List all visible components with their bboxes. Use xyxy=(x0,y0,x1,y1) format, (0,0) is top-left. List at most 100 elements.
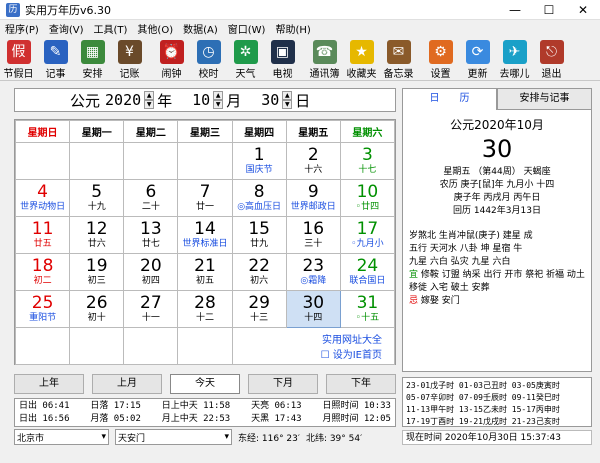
close-button[interactable]: ✕ xyxy=(566,3,600,17)
toolbar-button[interactable]: ⚙ 设置 xyxy=(422,37,459,80)
toolbar-button[interactable]: 假节假日 xyxy=(0,37,37,80)
calendar-day[interactable]: 31 ◦十五 xyxy=(339,290,396,328)
calendar-day[interactable]: 7 廿一 xyxy=(177,179,233,217)
year-value[interactable]: 2020 xyxy=(103,91,143,109)
toolbar-button[interactable]: ▣ 电视 xyxy=(264,37,301,80)
calendar-day[interactable]: 8 ◎高血压日 xyxy=(231,179,287,217)
calendar-day[interactable]: 11 廿五 xyxy=(14,216,71,254)
toolbar-button[interactable]: ☎ 通讯簿 xyxy=(306,37,343,80)
calendar-day[interactable]: 5 十九 xyxy=(69,179,125,217)
toolbar-button[interactable]: ✈ 去哪儿 xyxy=(496,37,533,80)
calendar-day[interactable]: 10 ◦廿四 xyxy=(339,179,396,217)
next-year-button[interactable]: 下年 xyxy=(326,374,396,394)
day-number: 31 xyxy=(356,293,379,313)
calendar-day[interactable]: 23 ◎霜降 xyxy=(285,253,341,291)
lunar-or-holiday: 十一 xyxy=(141,313,160,323)
day-spinner[interactable]: 30 ▲ ▼ xyxy=(259,91,293,109)
calendar-day[interactable]: 15 廿九 xyxy=(231,216,287,254)
day-number: 23 xyxy=(302,256,325,276)
year-up-arrow-icon[interactable]: ▲ xyxy=(144,91,155,100)
chevron-down-icon: ▾ xyxy=(101,432,106,442)
ganzhi-row: 23-01戊子时 01-03己丑时 03-05庚寅时 xyxy=(406,381,560,390)
memo-icon: ✉ xyxy=(386,40,411,64)
next-month-button[interactable]: 下月 xyxy=(248,374,318,394)
calendar-day[interactable]: 6 二十 xyxy=(123,179,179,217)
toolbar-button[interactable]: ✎ 记事 xyxy=(37,37,74,80)
toolbar-label: 校时 xyxy=(198,69,219,80)
calendar-day[interactable]: 25 重阳节 xyxy=(14,290,71,328)
month-value[interactable]: 10 xyxy=(190,91,212,109)
city-select[interactable]: 北京市 ▾ xyxy=(14,429,109,445)
detail-weekday: 星期五 （第44周） 天蝎座 xyxy=(443,167,551,177)
calendar-day[interactable]: 26 初十 xyxy=(69,290,125,328)
year-down-arrow-icon[interactable]: ▼ xyxy=(144,100,155,109)
lunar-or-holiday: 十三 xyxy=(250,313,269,323)
toolbar-button[interactable]: ⎋ 退出 xyxy=(533,37,570,80)
calendar-day[interactable]: 12 廿六 xyxy=(69,216,125,254)
tab-schedule-notes[interactable]: 安排与记事 xyxy=(497,88,592,110)
toolbar-button[interactable]: ✲ 天气 xyxy=(227,37,264,80)
day-up-arrow-icon[interactable]: ▲ xyxy=(282,91,293,100)
calendar-day[interactable]: 18 初二 xyxy=(14,253,71,291)
tab-calendar[interactable]: 日 历 xyxy=(402,88,497,110)
toolbar-button[interactable]: ✉ 备忘录 xyxy=(380,37,417,80)
calendar-day[interactable]: 13 廿七 xyxy=(123,216,179,254)
calendar-day[interactable]: 9 世界邮政日 xyxy=(285,179,341,217)
maximize-button[interactable]: ☐ xyxy=(532,3,566,17)
calendar-day[interactable]: 19 初三 xyxy=(69,253,125,291)
menu-item[interactable]: 查询(V) xyxy=(44,21,89,36)
toolbar-button[interactable]: ⏰ 闹钟 xyxy=(153,37,190,80)
toolbar-label: 电视 xyxy=(272,69,293,80)
calendar-week: 4 世界动物日 5 十九 6 二十 7 廿一 8 ◎高血压日 9 世界邮政日 10 ◦廿四 xyxy=(14,179,396,217)
month-up-arrow-icon[interactable]: ▲ xyxy=(213,91,224,100)
calendar-day[interactable]: 30 十四 xyxy=(285,290,341,328)
calendar-day[interactable]: 24 联合国日 xyxy=(339,253,396,291)
month-spinner[interactable]: 10 ▲ ▼ xyxy=(190,91,224,109)
calendar-day[interactable]: 21 初五 xyxy=(177,253,233,291)
day-number: 14 xyxy=(194,219,216,239)
menu-item[interactable]: 窗口(W) xyxy=(223,21,271,36)
calendar-day[interactable]: 28 十二 xyxy=(177,290,233,328)
sun-value: 月落 05:02 xyxy=(90,414,141,424)
day-value[interactable]: 30 xyxy=(259,91,281,109)
toolbar-button[interactable]: ★ 收藏夹 xyxy=(343,37,380,80)
menu-item[interactable]: 工具(T) xyxy=(89,21,133,36)
toolbar-button[interactable]: ◷ 校时 xyxy=(190,37,227,80)
day-down-arrow-icon[interactable]: ▼ xyxy=(282,100,293,109)
day-number: 15 xyxy=(248,219,270,239)
calendar-day[interactable]: 2 十六 xyxy=(285,142,341,180)
calendar-day[interactable]: 20 初四 xyxy=(123,253,179,291)
calendar-day[interactable]: 17 ◦九月小 xyxy=(339,216,396,254)
month-down-arrow-icon[interactable]: ▼ xyxy=(213,100,224,109)
set-homepage-option[interactable]: ☐ 设为IE首页 xyxy=(233,346,382,361)
calendar-day[interactable]: 3 十七 xyxy=(339,142,396,180)
prev-month-button[interactable]: 上月 xyxy=(92,374,162,394)
calendar-day[interactable]: 22 初六 xyxy=(231,253,287,291)
menu-item[interactable]: 帮助(H) xyxy=(270,21,315,36)
calendar-day[interactable]: 1 国庆节 xyxy=(231,142,287,180)
toolbar-label: 闹钟 xyxy=(161,69,182,80)
calendar-day[interactable]: 14 世界标准日 xyxy=(177,216,233,254)
schedule-icon: ▦ xyxy=(80,40,105,64)
calendar-day[interactable]: 4 世界动物日 xyxy=(14,179,71,217)
checkbox-icon[interactable]: ☐ xyxy=(321,350,333,361)
toolbar-button[interactable]: ▦ 安排 xyxy=(74,37,111,80)
today-button[interactable]: 今天 xyxy=(170,374,240,394)
day-number: 28 xyxy=(194,293,216,313)
calendar-day[interactable]: 16 三十 xyxy=(285,216,341,254)
weekday-header: 星期六 xyxy=(339,120,396,143)
toolbar-button[interactable]: ¥ 记账 xyxy=(111,37,148,80)
toolbar-button[interactable]: ⟳ 更新 xyxy=(459,37,496,80)
calendar-day[interactable]: 27 十一 xyxy=(123,290,179,328)
useful-sites-link[interactable]: 实用网址大全 xyxy=(233,331,382,346)
sun-row: 日出 16:56 月落 05:02 月上中天 22:53 天黑 17:43 月照时间 1… xyxy=(19,413,391,426)
year-spinner[interactable]: 2020 ▲ ▼ xyxy=(103,91,155,109)
district-select[interactable]: 天安门 ▾ xyxy=(115,429,232,445)
menu-item[interactable]: 数据(A) xyxy=(178,21,223,36)
menu-item[interactable]: 其他(O) xyxy=(132,21,178,36)
menu-item[interactable]: 程序(P) xyxy=(0,21,44,36)
lunar-or-holiday: 初四 xyxy=(141,276,160,286)
calendar-day[interactable]: 29 十三 xyxy=(231,290,287,328)
prev-year-button[interactable]: 上年 xyxy=(14,374,84,394)
minimize-button[interactable]: — xyxy=(498,3,532,17)
